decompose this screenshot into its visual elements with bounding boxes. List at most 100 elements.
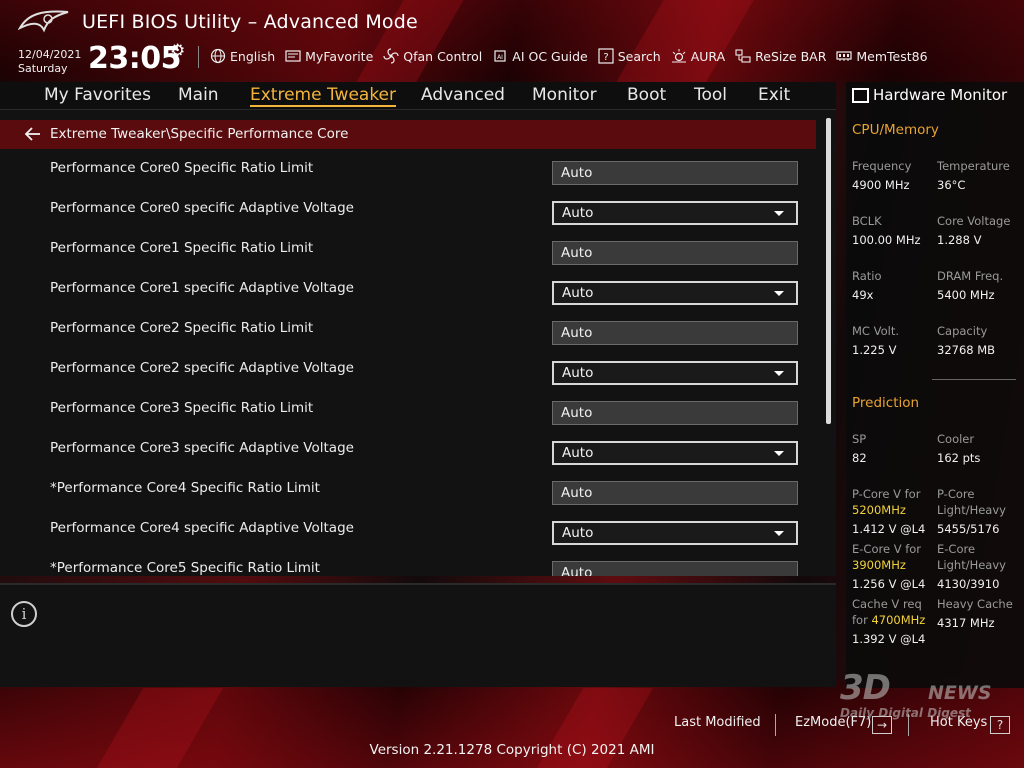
watermark-tagline: Daily Digital Digest xyxy=(840,706,971,720)
setting-row-core4-ratio: *Performance Core4 Specific Ratio Limit … xyxy=(0,470,816,510)
setting-label: Performance Core1 Specific Ratio Limit xyxy=(50,240,314,256)
setting-input[interactable]: Auto xyxy=(552,161,798,185)
memtest86-button[interactable]: MemTest86 xyxy=(836,46,928,66)
dropdown-value: Auto xyxy=(562,365,594,381)
copyright-text: Version 2.21.1278 Copyright (C) 2021 AMI xyxy=(369,742,655,758)
language-button[interactable]: English xyxy=(210,46,275,66)
language-label: English xyxy=(230,48,276,64)
resize-bar-label: ReSize BAR xyxy=(755,48,827,64)
hardware-monitor-title-text: Hardware Monitor xyxy=(873,86,1008,104)
setting-row-core5-ratio: *Performance Core5 Specific Ratio Limit … xyxy=(0,550,816,576)
setting-input[interactable]: Auto xyxy=(552,481,798,505)
search-button[interactable]: ? Search xyxy=(598,46,661,66)
setting-label: Performance Core0 specific Adaptive Volt… xyxy=(50,200,354,216)
settings-panel: Extreme Tweaker\Specific Performance Cor… xyxy=(0,110,836,576)
tab-monitor[interactable]: Monitor xyxy=(532,85,597,105)
hw-label: E-Core xyxy=(937,542,976,556)
setting-row-core1-voltage: Performance Core1 specific Adaptive Volt… xyxy=(0,270,816,310)
back-arrow-icon[interactable] xyxy=(24,125,42,143)
setting-dropdown[interactable]: Auto xyxy=(552,201,798,225)
hw-label: DRAM Freq. xyxy=(937,269,1004,283)
hw-value: 49x xyxy=(852,288,874,302)
dropdown-caret-icon xyxy=(774,211,784,216)
hw-label-2: for 4700MHz xyxy=(852,612,925,628)
setting-input[interactable]: Auto xyxy=(552,561,798,576)
info-icon: i xyxy=(11,601,37,627)
setting-label: Performance Core3 Specific Ratio Limit xyxy=(50,400,314,416)
aura-light-icon xyxy=(671,48,687,64)
setting-input[interactable]: Auto xyxy=(552,241,798,265)
setting-label: Performance Core4 specific Adaptive Volt… xyxy=(50,520,354,536)
ai-chip-icon: AI xyxy=(492,48,508,64)
hw-ecore-light-heavy: E-Core Light/Heavy 4130/3910 xyxy=(937,541,1006,592)
setting-dropdown[interactable]: Auto xyxy=(552,281,798,305)
watermark-brand: 3D xyxy=(840,668,891,708)
hw-value: 4900 MHz xyxy=(852,178,910,192)
resize-bar-button[interactable]: ReSize BAR xyxy=(735,46,826,66)
setting-row-core4-voltage: Performance Core4 specific Adaptive Volt… xyxy=(0,510,816,550)
setting-label: Performance Core2 Specific Ratio Limit xyxy=(50,320,314,336)
favorite-icon xyxy=(285,48,301,64)
hw-value: 1.412 V @L4 xyxy=(852,522,926,536)
setting-input[interactable]: Auto xyxy=(552,321,798,345)
hw-pcore-voltage: P-Core V for 5200MHz 1.412 V @L4 xyxy=(852,486,925,537)
globe-icon xyxy=(210,48,226,64)
clock-settings-gear-icon[interactable]: ⚙ xyxy=(170,41,185,61)
setting-row-core0-voltage: Performance Core0 specific Adaptive Volt… xyxy=(0,190,816,230)
hw-value: 1.392 V @L4 xyxy=(852,632,926,646)
hw-label: MC Volt. xyxy=(852,324,899,338)
tab-main[interactable]: Main xyxy=(178,85,219,105)
prediction-heading: Prediction xyxy=(852,395,920,411)
hw-ratio: Ratio 49x xyxy=(852,268,882,303)
aura-button[interactable]: AURA xyxy=(671,46,725,66)
last-modified-button[interactable]: Last Modified xyxy=(674,715,761,730)
date: 12/04/2021 xyxy=(18,48,82,61)
setting-dropdown[interactable]: Auto xyxy=(552,361,798,385)
hw-cooler: Cooler 162 pts xyxy=(937,431,980,466)
hw-label: Capacity xyxy=(937,324,988,338)
aura-label: AURA xyxy=(690,48,726,64)
dropdown-caret-icon xyxy=(774,291,784,296)
setting-dropdown[interactable]: Auto xyxy=(552,441,798,465)
dropdown-caret-icon xyxy=(774,451,784,456)
monitor-icon xyxy=(852,87,869,103)
rog-logo-icon xyxy=(18,10,69,33)
dropdown-value: Auto xyxy=(562,445,594,461)
tab-boot[interactable]: Boot xyxy=(627,85,666,105)
setting-row-core3-ratio: Performance Core3 Specific Ratio Limit A… xyxy=(0,390,816,430)
hw-heavy-cache: Heavy Cache 4317 MHz xyxy=(937,596,1013,631)
main-menu-bar: My Favorites Main Extreme Tweaker Advanc… xyxy=(0,82,836,110)
hw-value: 1.225 V xyxy=(852,343,897,357)
tab-exit[interactable]: Exit xyxy=(758,85,790,105)
tab-extreme-tweaker[interactable]: Extreme Tweaker xyxy=(250,85,397,107)
tab-my-favorites[interactable]: My Favorites xyxy=(44,85,151,105)
tab-advanced[interactable]: Advanced xyxy=(421,85,505,105)
hw-ecore-voltage: E-Core V for 3900MHz 1.256 V @L4 xyxy=(852,541,925,592)
tab-tool[interactable]: Tool xyxy=(694,85,727,105)
hw-label: Ratio xyxy=(852,269,882,283)
setting-label: Performance Core0 Specific Ratio Limit xyxy=(50,160,314,176)
memtest86-label: MemTest86 xyxy=(856,48,928,64)
settings-scrollbar[interactable] xyxy=(826,118,831,424)
toolbar: English MyFavorite Qfan Control AI AI OC… xyxy=(210,46,938,66)
setting-dropdown[interactable]: Auto xyxy=(552,521,798,545)
cpu-memory-heading: CPU/Memory xyxy=(852,122,939,138)
breadcrumb-path: Extreme Tweaker\Specific Performance Cor… xyxy=(50,126,349,142)
setting-label: Performance Core3 specific Adaptive Volt… xyxy=(50,440,354,456)
hw-label: Core Voltage xyxy=(937,214,1011,228)
myfavorite-button[interactable]: MyFavorite xyxy=(285,46,373,66)
hw-divider xyxy=(932,379,1016,380)
ai-oc-guide-button[interactable]: AI AI OC Guide xyxy=(492,46,588,66)
hw-value: 162 pts xyxy=(937,451,981,465)
hw-label: BCLK xyxy=(852,214,882,228)
hw-mc-volt: MC Volt. 1.225 V xyxy=(852,323,899,358)
hw-dram-freq: DRAM Freq. 5400 MHz xyxy=(937,268,1003,303)
header: UEFI BIOS Utility – Advanced Mode 12/04/… xyxy=(0,0,1024,82)
hw-core-voltage: Core Voltage 1.288 V xyxy=(937,213,1010,248)
hw-value: 5455/5176 xyxy=(937,522,1000,536)
setting-input[interactable]: Auto xyxy=(552,401,798,425)
hw-label-2: Light/Heavy xyxy=(937,558,1006,572)
clock: 23:05 xyxy=(88,41,182,76)
svg-text:AI: AI xyxy=(497,54,503,61)
qfan-control-button[interactable]: Qfan Control xyxy=(383,46,482,66)
